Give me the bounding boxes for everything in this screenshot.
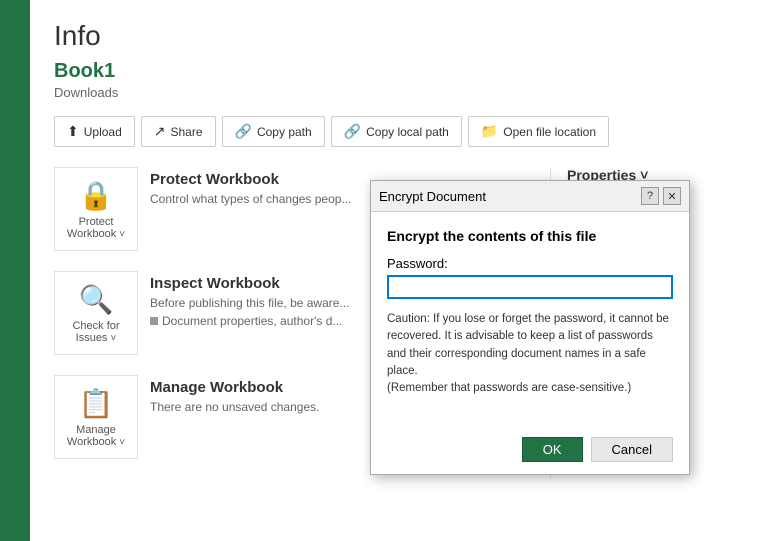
modal-title: Encrypt Document: [379, 189, 486, 204]
bullet-icon: [150, 317, 158, 325]
page-title: Info: [54, 20, 750, 52]
manage-icon-box[interactable]: 📋 ManageWorkbook ˅: [54, 375, 138, 459]
manage-icon-label: ManageWorkbook ˅: [67, 424, 125, 448]
share-button[interactable]: ↗ Share: [141, 116, 216, 147]
protect-desc: Control what types of changes peop...: [150, 192, 351, 206]
password-input[interactable]: [387, 275, 673, 299]
file-location: Downloads: [54, 85, 750, 100]
left-sidebar: [0, 0, 30, 541]
upload-button[interactable]: ⬆ Upload: [54, 116, 135, 147]
inspect-sub-text: Document properties, author's d...: [162, 314, 342, 328]
modal-heading: Encrypt the contents of this file: [387, 228, 673, 244]
protect-icon-box[interactable]: 🔒 ProtectWorkbook ˅: [54, 167, 138, 251]
open-file-label: Open file location: [503, 125, 596, 139]
copy-path-button[interactable]: 🔗 Copy path: [222, 116, 325, 147]
password-label: Password:: [387, 256, 673, 271]
modal-footer: OK Cancel: [371, 429, 689, 474]
inspect-sub: Document properties, author's d...: [150, 314, 349, 328]
modal-titlebar: Encrypt Document ? ✕: [371, 181, 689, 212]
content-area: Info Book1 Downloads ⬆ Upload ↗ Share 🔗 …: [30, 0, 774, 541]
folder-icon: 📁: [481, 123, 498, 140]
modal-warning: Caution: If you lose or forget the passw…: [387, 311, 673, 397]
copy-path-label: Copy path: [257, 125, 312, 139]
modal-close-button[interactable]: ✕: [663, 187, 681, 205]
main-container: Info Book1 Downloads ⬆ Upload ↗ Share 🔗 …: [0, 0, 774, 541]
protect-icon-label: ProtectWorkbook ˅: [67, 216, 125, 240]
copy-path-icon: 🔗: [235, 123, 252, 140]
toolbar: ⬆ Upload ↗ Share 🔗 Copy path 🔗 Copy loca…: [54, 116, 750, 147]
modal-body: Encrypt the contents of this file Passwo…: [371, 212, 689, 429]
file-name: Book1: [54, 60, 750, 83]
cancel-button[interactable]: Cancel: [591, 437, 673, 462]
share-icon: ↗: [154, 123, 166, 140]
inspect-content: Inspect Workbook Before publishing this …: [150, 271, 349, 328]
modal-controls: ? ✕: [641, 187, 681, 205]
inspect-desc: Before publishing this file, be aware...: [150, 296, 349, 310]
copy-local-path-button[interactable]: 🔗 Copy local path: [331, 116, 462, 147]
open-file-location-button[interactable]: 📁 Open file location: [468, 116, 609, 147]
lock-icon: 🔒: [79, 179, 114, 212]
protect-title: Protect Workbook: [150, 171, 351, 188]
upload-label: Upload: [84, 125, 122, 139]
inspect-icon-box[interactable]: 🔍 Check forIssues ˅: [54, 271, 138, 355]
upload-icon: ⬆: [67, 123, 79, 140]
copy-local-icon: 🔗: [344, 123, 361, 140]
encrypt-modal: Encrypt Document ? ✕ Encrypt the content…: [370, 180, 690, 475]
inspect-icon: 🔍: [79, 283, 114, 316]
protect-content: Protect Workbook Control what types of c…: [150, 167, 351, 206]
inspect-title: Inspect Workbook: [150, 275, 349, 292]
manage-content: Manage Workbook There are no unsaved cha…: [150, 375, 319, 414]
inspect-icon-label: Check forIssues ˅: [72, 320, 119, 344]
manage-icon: 📋: [79, 387, 114, 420]
manage-desc: There are no unsaved changes.: [150, 400, 319, 414]
share-label: Share: [171, 125, 203, 139]
copy-local-label: Copy local path: [366, 125, 449, 139]
ok-button[interactable]: OK: [522, 437, 583, 462]
manage-title: Manage Workbook: [150, 379, 319, 396]
modal-help-button[interactable]: ?: [641, 187, 659, 205]
